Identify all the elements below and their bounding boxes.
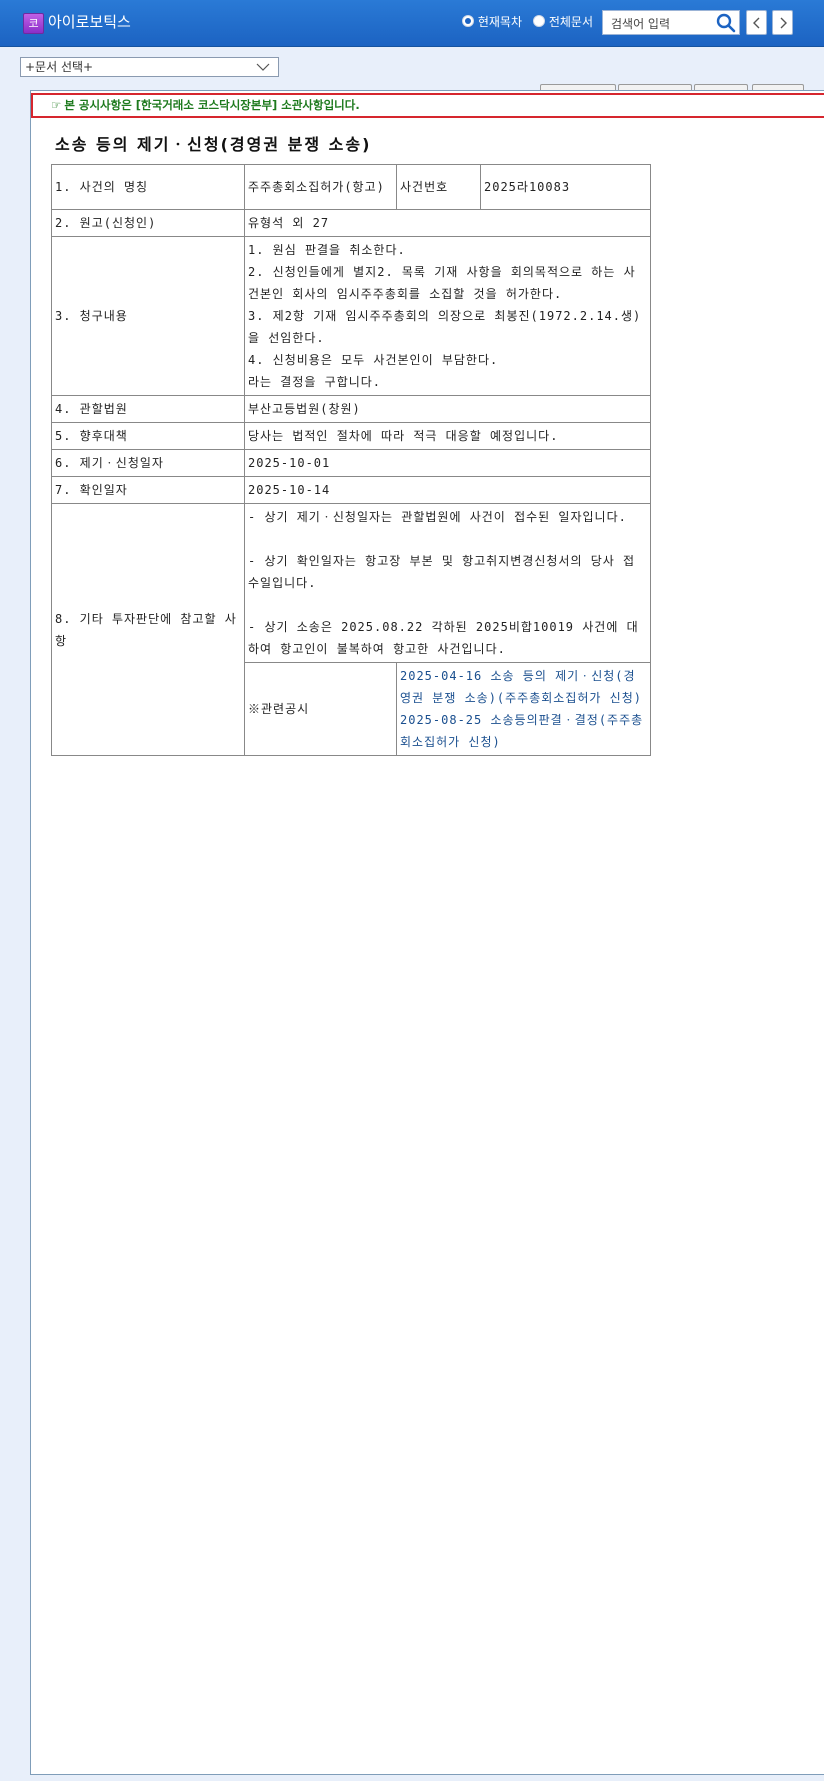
row-label: 1. 사건의 명칭 — [51, 164, 245, 210]
claim-line: 4. 신청비용은 모두 사건본인이 부담한다. — [248, 353, 499, 367]
related-label: ※관련공시 — [244, 662, 397, 756]
document-select-value: +문서 선택+ — [25, 60, 94, 74]
table-row: 4. 관할법원 부산고등법원(창원) — [51, 395, 651, 423]
prev-button[interactable] — [746, 10, 767, 35]
row-label: 5. 향후대책 — [51, 422, 245, 450]
radio-selected-icon[interactable] — [462, 15, 474, 27]
company-name: 아이로보틱스 — [48, 13, 131, 31]
disclosure-table: 1. 사건의 명칭 주주총회소집허가(항고) 사건번호 2025라10083 2… — [51, 164, 651, 756]
table-row: 7. 확인일자 2025-10-14 — [51, 476, 651, 504]
related-links: 2025-04-16 소송 등의 제기ㆍ신청(경영권 분쟁 소송)(주주총회소집… — [396, 662, 651, 756]
table-row: 1. 사건의 명칭 주주총회소집허가(항고) 사건번호 2025라10083 — [51, 164, 651, 210]
chevron-right-icon — [780, 17, 787, 29]
radio-all-label: 전체문서 — [548, 15, 593, 29]
row-label: 4. 관할법원 — [51, 395, 245, 423]
claim-line: 2. 신청인들에게 별지2. 목록 기재 사항을 회의목적으로 하는 사건본인 … — [248, 265, 636, 301]
countermeasure-value: 당사는 법적인 절차에 따라 적극 대응할 예정입니다. — [244, 422, 651, 450]
row-label: 8. 기타 투자판단에 참고할 사항 — [51, 503, 245, 756]
radio-all-docs[interactable]: 전체문서 — [533, 13, 593, 30]
claim-line: 1. 원심 판결을 취소한다. — [248, 243, 406, 257]
table-row: 6. 제기ㆍ신청일자 2025-10-01 — [51, 449, 651, 477]
note-line: - 상기 확인일자는 항고장 부본 및 항고취지변경신청서의 당사 접수일입니다… — [248, 554, 636, 590]
case-number-value: 2025라10083 — [480, 164, 651, 210]
plaintiff-value: 유형석 외 27 — [244, 209, 651, 237]
row-label: 2. 원고(신청인) — [51, 209, 245, 237]
row-label: 3. 청구내용 — [51, 236, 245, 396]
court-value: 부산고등법원(창원) — [244, 395, 651, 423]
table-row: 3. 청구내용 1. 원심 판결을 취소한다. 2. 신청인들에게 별지2. 목… — [51, 236, 651, 396]
top-bar: 코 아이로보틱스 현재목차 전체문서 — [0, 0, 824, 47]
page-title: 소송 등의 제기ㆍ신청(경영권 분쟁 소송) — [55, 135, 372, 154]
row-label: 6. 제기ㆍ신청일자 — [51, 449, 245, 477]
case-name-value: 주주총회소집허가(항고) — [244, 164, 397, 210]
confirm-date-value: 2025-10-14 — [244, 476, 651, 504]
search-input[interactable] — [609, 12, 713, 35]
radio-unselected-icon[interactable] — [533, 15, 545, 27]
table-row: 8. 기타 투자판단에 참고할 사항 - 상기 제기ㆍ신청일자는 관할법원에 사… — [51, 503, 651, 756]
related-link-1[interactable]: 2025-04-16 소송 등의 제기ㆍ신청(경영권 분쟁 소송)(주주총회소집… — [400, 669, 642, 705]
radio-current-label: 현재목차 — [477, 15, 522, 29]
next-button[interactable] — [772, 10, 793, 35]
other-notes: - 상기 제기ㆍ신청일자는 관할법원에 사건이 접수된 일자입니다. - 상기 … — [244, 503, 651, 663]
row-label: 7. 확인일자 — [51, 476, 245, 504]
pointing-hand-icon: ☞ — [51, 98, 62, 112]
search-box — [602, 10, 740, 35]
chevron-left-icon — [753, 17, 760, 29]
case-number-label: 사건번호 — [396, 164, 481, 210]
company-logo-icon: 코 — [23, 13, 44, 34]
document-select[interactable]: +문서 선택+ — [20, 57, 279, 77]
related-link-2[interactable]: 2025-08-25 소송등의판결ㆍ결정(주주총회소집허가 신청) — [400, 713, 643, 749]
chevron-down-icon — [256, 63, 270, 71]
filing-date-value: 2025-10-01 — [244, 449, 651, 477]
table-row: 2. 원고(신청인) 유형석 외 27 — [51, 209, 651, 237]
radio-current-toc[interactable]: 현재목차 — [462, 13, 522, 30]
claim-line: 3. 제2항 기재 임시주주총회의 의장으로 최봉진(1972.2.14.생)을… — [248, 309, 642, 345]
search-icon[interactable] — [716, 13, 736, 33]
jurisdiction-notice: ☞ 본 공시사항은 [한국거래소 코스닥시장본부] 소관사항입니다. — [31, 93, 824, 118]
claim-content: 1. 원심 판결을 취소한다. 2. 신청인들에게 별지2. 목록 기재 사항을… — [244, 236, 651, 396]
note-line: - 상기 제기ㆍ신청일자는 관할법원에 사건이 접수된 일자입니다. — [248, 510, 627, 524]
notice-text: 본 공시사항은 [한국거래소 코스닥시장본부] 소관사항입니다. — [64, 98, 360, 112]
table-row: 5. 향후대책 당사는 법적인 절차에 따라 적극 대응할 예정입니다. — [51, 422, 651, 450]
note-line: - 상기 소송은 2025.08.22 각하된 2025비합10019 사건에 … — [248, 620, 639, 656]
claim-line: 라는 결정을 구합니다. — [248, 375, 382, 389]
